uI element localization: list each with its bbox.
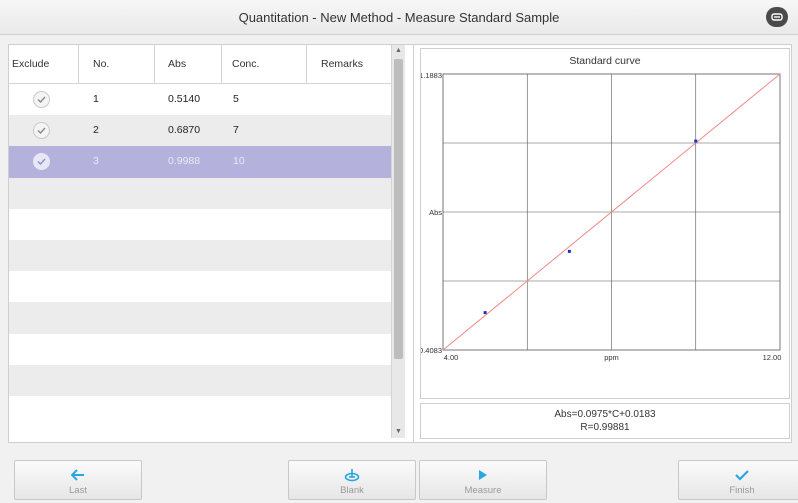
exit-button[interactable] (766, 7, 788, 27)
col-abs[interactable]: Abs (155, 45, 222, 83)
cell-conc: 5 (233, 93, 239, 105)
x-axis-label: ppm (604, 353, 619, 362)
table-row[interactable]: 3 0.9988 10 (9, 146, 391, 178)
cell-no: 2 (93, 124, 99, 137)
finish-button[interactable]: Finish (678, 460, 798, 500)
cell-conc: 10 (233, 155, 245, 168)
scroll-up-icon[interactable]: ▲ (394, 46, 403, 56)
table-row[interactable]: 2 0.6870 7 (9, 115, 391, 147)
check-icon (735, 470, 749, 481)
cell-abs: 0.5140 (168, 93, 201, 105)
exclude-check-icon[interactable] (33, 153, 50, 171)
finish-label: Finish (729, 485, 755, 496)
y-tick-label: 0.4083 (421, 346, 442, 355)
main-panel: Exclude No. Abs Conc. Remarks 1 0.5140 5 2 0… (8, 44, 792, 443)
arrow-left-icon (71, 469, 84, 481)
title-bar: Quantitation - New Method - Measure Stan… (0, 0, 798, 35)
measure-button[interactable]: Measure (419, 460, 547, 500)
scroll-thumb[interactable] (394, 59, 403, 359)
last-button[interactable]: Last (14, 460, 142, 500)
table-row[interactable] (9, 364, 391, 396)
y-axis-label: Abs (429, 208, 442, 217)
window-title: Quantitation - New Method - Measure Stan… (238, 9, 560, 25)
exclude-check-icon[interactable] (33, 122, 50, 140)
x-tick-label: 12.00 (763, 353, 782, 362)
table-row[interactable] (9, 177, 391, 209)
blank-sample-icon (344, 469, 360, 482)
table-row[interactable] (9, 271, 391, 303)
y-tick-label: 1.1883 (421, 71, 442, 80)
table-header: Exclude No. Abs Conc. Remarks (9, 45, 391, 84)
x-tick-label: 4.00 (444, 353, 459, 362)
table-row[interactable]: 1 0.5140 5 (9, 84, 391, 116)
exit-icon (771, 13, 783, 21)
standard-table: Exclude No. Abs Conc. Remarks 1 0.5140 5 2 0… (9, 45, 414, 442)
scroll-down-icon[interactable]: ▼ (394, 427, 403, 437)
data-point (694, 139, 698, 143)
cell-abs: 0.9988 (168, 155, 201, 168)
standard-curve-chart: Standard curve 1.1883 0.4083 Abs 4.00 12.00 p… (420, 48, 790, 399)
play-icon (479, 470, 487, 480)
blank-button[interactable]: Blank (288, 460, 416, 500)
cell-no: 1 (93, 93, 99, 105)
blank-label: Blank (340, 485, 364, 496)
table-row[interactable] (9, 302, 391, 334)
col-conc[interactable]: Conc. (222, 45, 307, 83)
col-exclude[interactable]: Exclude (9, 45, 79, 83)
last-label: Last (69, 485, 87, 496)
bottom-toolbar: Last Blank Measure Finish (0, 448, 798, 503)
col-remarks[interactable]: Remarks (307, 45, 391, 83)
measure-label: Measure (464, 485, 502, 496)
table-row[interactable] (9, 208, 391, 240)
regression-equation: Abs=0.0975*C+0.0183 R=0.99881 (420, 403, 790, 439)
table-row[interactable] (9, 333, 391, 365)
col-no[interactable]: No. (79, 45, 155, 83)
table-body: 1 0.5140 5 2 0.6870 7 3 0.9988 10 (9, 84, 391, 428)
exclude-check-icon[interactable] (33, 91, 50, 108)
data-point (567, 249, 571, 253)
chart-plot: 1.1883 0.4083 Abs 4.00 12.00 ppm (421, 71, 782, 362)
correlation-text: R=0.99881 (580, 422, 630, 433)
table-row[interactable] (9, 395, 391, 428)
equation-text: Abs=0.0975*C+0.0183 (554, 409, 656, 420)
cell-no: 3 (93, 155, 99, 168)
table-row[interactable] (9, 239, 391, 272)
data-point (483, 311, 487, 315)
cell-abs: 0.6870 (168, 124, 201, 137)
cell-conc: 7 (233, 124, 239, 137)
table-scrollbar[interactable]: ▲ ▼ (391, 45, 405, 438)
